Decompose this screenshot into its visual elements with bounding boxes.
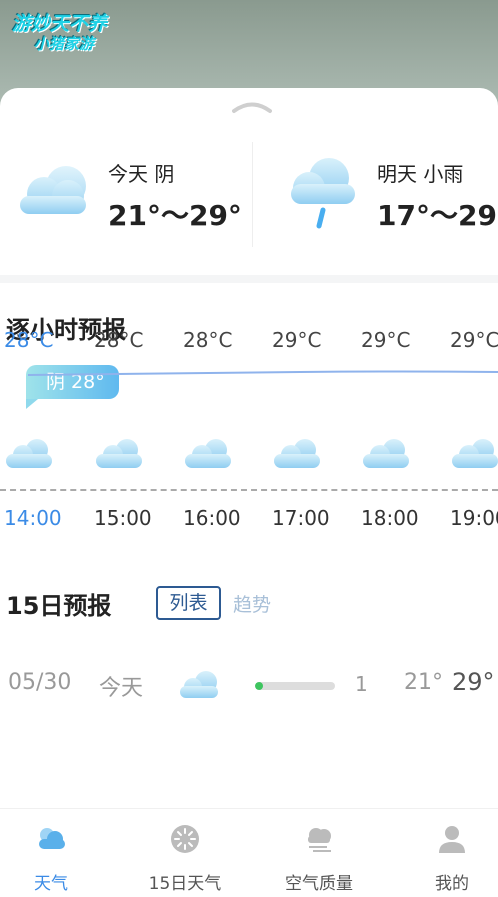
nav-weather-label: 天气 <box>34 874 68 894</box>
cloudy-icon <box>452 439 498 468</box>
forecast-title: 15日预报 <box>6 592 112 620</box>
tab-trend[interactable]: 趋势 <box>233 590 271 617</box>
cloudy-icon <box>363 439 409 468</box>
hourly-baseline <box>0 489 498 491</box>
aqi-bar <box>255 682 335 690</box>
aqi-bar-fill <box>255 682 263 690</box>
tomorrow-label: 明天 小雨 <box>377 162 464 186</box>
nav-air-quality[interactable]: 空气质量 <box>264 809 374 897</box>
app-logo: 游妙天不养 小猪家游 <box>12 14 142 64</box>
hourly-time: 18:00 <box>361 506 419 530</box>
air-quality-icon <box>308 828 331 852</box>
cloudy-icon <box>180 671 218 698</box>
hourly-trend-line <box>27 370 498 376</box>
cloudy-icon <box>20 166 86 214</box>
today-temps: 21°～29° <box>108 199 242 232</box>
hourly-time: 14:00 <box>4 506 62 530</box>
chevron-up-icon[interactable] <box>232 100 272 114</box>
cloudy-icon <box>185 439 231 468</box>
hourly-time: 19:00 <box>450 506 498 530</box>
hourly-time: 16:00 <box>183 506 241 530</box>
hourly-time: 15:00 <box>94 506 152 530</box>
forecast-row[interactable]: 05/30 今天 1 21° 29° <box>0 660 498 710</box>
nav-15day[interactable]: 15日天气 <box>130 809 240 897</box>
forecast-low: 21° <box>404 670 443 695</box>
logo-line-2: 小猪家游 <box>34 35 95 53</box>
section-divider <box>0 275 498 283</box>
today-label: 今天 阴 <box>108 162 175 186</box>
forecast-aqi: 1 <box>355 672 368 696</box>
profile-icon <box>439 826 465 853</box>
tab-list[interactable]: 列表 <box>156 586 221 620</box>
nav-15day-label: 15日天气 <box>148 874 222 894</box>
nav-air-quality-label: 空气质量 <box>285 874 353 894</box>
forecast-date: 05/30 <box>8 670 72 695</box>
calendar-15-icon <box>171 825 199 853</box>
nav-profile[interactable]: 我的 <box>397 809 498 897</box>
tomorrow-temps: 17°～29° <box>377 199 498 232</box>
cloudy-icon <box>274 439 320 468</box>
nav-weather[interactable]: 天气 <box>0 809 106 897</box>
logo-line-1: 游妙天不养 <box>12 13 108 35</box>
today-card[interactable]: 今天 阴 21°～29° <box>0 138 252 273</box>
cloudy-icon <box>96 439 142 468</box>
forecast-high: 29° <box>452 668 495 696</box>
hourly-time: 17:00 <box>272 506 330 530</box>
bottom-nav: 天气 15日天气 空气质量 我的 <box>0 808 498 897</box>
light-rain-icon <box>291 158 355 229</box>
tomorrow-card[interactable]: 明天 小雨 17°～29° <box>252 142 498 247</box>
cloudy-icon <box>6 439 52 468</box>
weather-icon <box>39 828 65 849</box>
nav-profile-label: 我的 <box>435 874 469 894</box>
forecast-day: 今天 <box>99 676 144 701</box>
